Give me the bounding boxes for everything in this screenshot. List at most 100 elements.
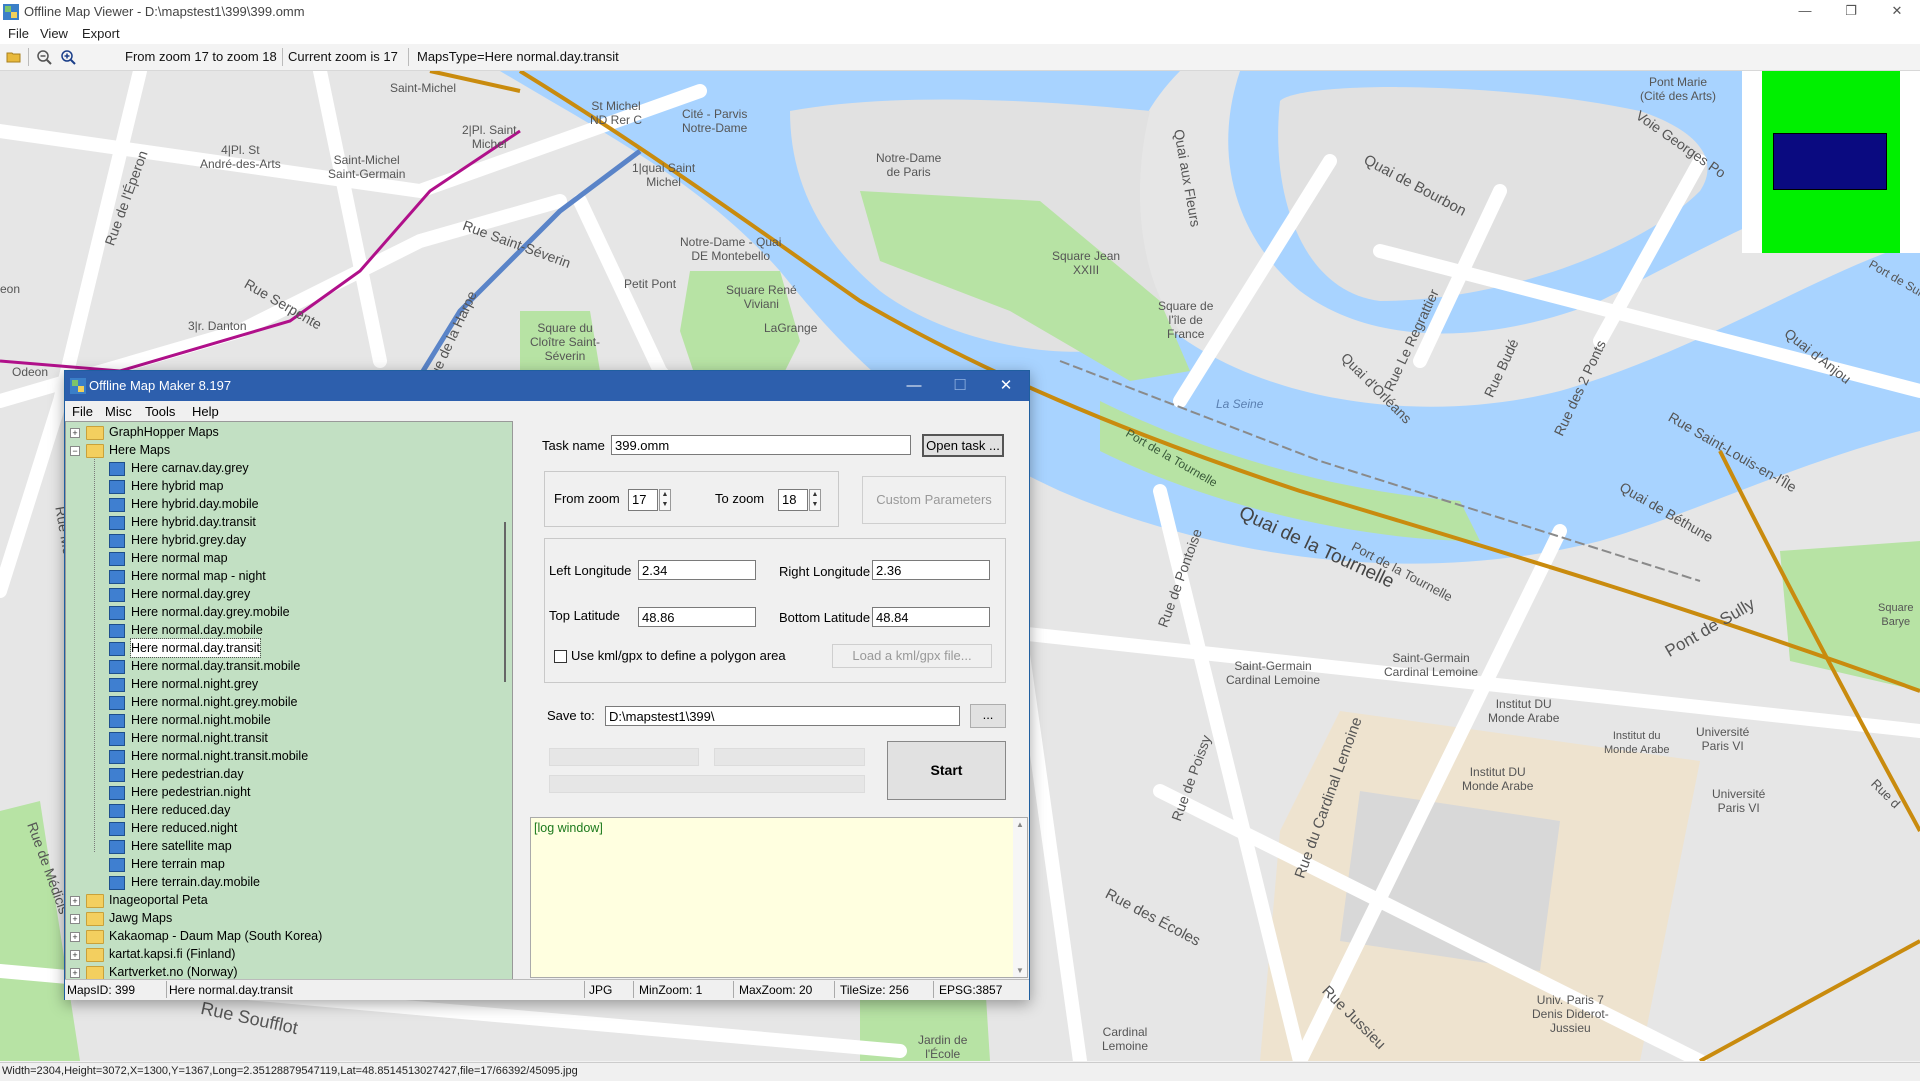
tree-folder[interactable]: + Kakaomap - Daum Map (South Korea) <box>66 927 506 945</box>
tree-item-label: Here normal.night.mobile <box>131 713 271 727</box>
menu-view[interactable]: View <box>40 26 68 41</box>
tree-item[interactable]: Here carnav.day.grey <box>66 459 506 477</box>
task-name-input[interactable]: 399.omm <box>611 435 911 455</box>
save-to-input[interactable]: D:\mapstest1\399\ <box>605 706 960 726</box>
log-scrollbar[interactable]: ▲ ▼ <box>1013 818 1027 977</box>
to-zoom-spinner[interactable]: ▲ ▼ <box>809 489 821 511</box>
offline-map-maker-dialog: Offline Map Maker 8.197 — ☐ ✕ File Misc … <box>64 370 1030 1000</box>
dialog-menu-misc[interactable]: Misc <box>105 404 132 419</box>
map-label: Pont Marie (Cité des Arts) <box>1640 75 1717 103</box>
open-folder-icon[interactable] <box>6 49 22 65</box>
dialog-menu-tools[interactable]: Tools <box>145 404 175 419</box>
status-min-zoom: MinZoom: 1 <box>639 983 703 997</box>
browse-folder-button[interactable]: ... <box>970 704 1006 728</box>
overview-minimap[interactable] <box>1742 71 1920 253</box>
main-toolbar: From zoom 17 to zoom 18 Current zoom is … <box>0 44 1920 71</box>
map-label: 1|quai Saint Michel <box>632 161 696 189</box>
from-zoom-input[interactable]: 17 <box>628 489 658 511</box>
open-task-button[interactable]: Open task ... <box>922 434 1004 457</box>
tree-item[interactable]: Here normal.day.mobile <box>66 621 506 639</box>
restore-button[interactable]: ❐ <box>1828 0 1874 24</box>
polygon-checkbox[interactable] <box>554 650 567 663</box>
map-type-icon <box>109 516 125 530</box>
dialog-menubar: File Misc Tools Help <box>65 401 1029 421</box>
tree-folder[interactable]: + GraphHopper Maps <box>66 423 506 441</box>
right-longitude-input[interactable]: 2.36 <box>872 560 990 580</box>
tree-item[interactable]: Here terrain map <box>66 855 506 873</box>
load-kml-button[interactable]: Load a kml/gpx file... <box>832 644 992 668</box>
tree-item[interactable]: Here terrain.day.mobile <box>66 873 506 891</box>
minimize-button[interactable]: — <box>1782 0 1828 24</box>
tree-item[interactable]: Here normal.night.grey.mobile <box>66 693 506 711</box>
map-label: Saint-Michel <box>390 81 457 95</box>
left-longitude-input[interactable]: 2.34 <box>638 560 756 580</box>
expand-icon[interactable]: + <box>70 932 80 942</box>
progress-bar-2 <box>714 748 865 766</box>
collapse-icon[interactable]: − <box>70 446 80 456</box>
map-label: St Michel ND Rer C <box>590 99 643 127</box>
top-latitude-input[interactable]: 48.86 <box>638 607 756 627</box>
maps-tree[interactable]: + GraphHopper Maps − Here Maps Here carnav.d… <box>65 421 513 980</box>
tree-folder-label: Jawg Maps <box>109 911 173 925</box>
start-button[interactable]: Start <box>887 741 1006 800</box>
tree-item[interactable]: Here satellite map <box>66 837 506 855</box>
tree-item[interactable]: Here reduced.day <box>66 801 506 819</box>
tree-item[interactable]: Here normal.night.mobile <box>66 711 506 729</box>
tree-item[interactable]: Here normal.night.transit.mobile <box>66 747 506 765</box>
expand-icon[interactable]: + <box>70 428 80 438</box>
tree-folder-label: Inageoportal Peta <box>109 893 208 907</box>
overview-viewport[interactable] <box>1773 133 1887 190</box>
tree-item-label: Here normal.night.transit <box>131 731 268 745</box>
tree-item[interactable]: Here normal.day.grey.mobile <box>66 603 506 621</box>
custom-parameters-button[interactable]: Custom Parameters <box>862 476 1006 524</box>
map-type-icon <box>109 552 125 566</box>
tree-item[interactable]: Here pedestrian.day <box>66 765 506 783</box>
tree-item[interactable]: Here pedestrian.night <box>66 783 506 801</box>
tree-item[interactable]: Here normal.day.transit.mobile <box>66 657 506 675</box>
menu-file[interactable]: File <box>8 26 29 41</box>
tree-folder[interactable]: − Here Maps <box>66 441 506 459</box>
from-zoom-spinner[interactable]: ▲ ▼ <box>659 489 671 511</box>
expand-icon[interactable]: + <box>70 914 80 924</box>
zoom-out-icon[interactable] <box>36 49 52 65</box>
expand-icon[interactable]: + <box>70 896 80 906</box>
bottom-latitude-input[interactable]: 48.84 <box>872 607 990 627</box>
tree-item[interactable]: Here hybrid.grey.day <box>66 531 506 549</box>
tree-folder[interactable]: + Inageoportal Peta <box>66 891 506 909</box>
dialog-menu-help[interactable]: Help <box>192 404 219 419</box>
menu-export[interactable]: Export <box>82 26 120 41</box>
tree-item[interactable]: Here normal map <box>66 549 506 567</box>
expand-icon[interactable]: + <box>70 950 80 960</box>
dialog-maximize-button[interactable]: ☐ <box>937 371 983 401</box>
dialog-menu-file[interactable]: File <box>72 404 93 419</box>
tree-folder[interactable]: + Jawg Maps <box>66 909 506 927</box>
tree-item[interactable]: Here normal map - night <box>66 567 506 585</box>
map-type-icon <box>109 570 125 584</box>
map-label: 2|Pl. Saint Michel <box>462 123 517 151</box>
tree-item-label: Here satellite map <box>131 839 232 853</box>
tree-item[interactable]: Here hybrid map <box>66 477 506 495</box>
map-label: eon <box>0 282 21 296</box>
status-maps-name: Here normal.day.transit <box>169 983 293 997</box>
map-label: LaGrange <box>764 321 818 335</box>
tree-item[interactable]: Here reduced.night <box>66 819 506 837</box>
close-button[interactable]: ✕ <box>1874 0 1920 24</box>
to-zoom-input[interactable]: 18 <box>778 489 808 511</box>
zoom-in-icon[interactable] <box>60 49 76 65</box>
map-label: Square du Cloître Saint- Séverin <box>530 321 601 363</box>
tree-item[interactable]: Here hybrid.day.transit <box>66 513 506 531</box>
expand-icon[interactable]: + <box>70 968 80 978</box>
tree-folder[interactable]: + Kartverket.no (Norway) <box>66 963 506 979</box>
tree-item[interactable]: Here normal.night.grey <box>66 675 506 693</box>
task-name-label: Task name <box>542 438 605 453</box>
map-label: Saint-Germain Cardinal Lemoine <box>1226 659 1321 687</box>
log-window[interactable]: [log window] ▲ ▼ <box>530 817 1028 978</box>
tree-item[interactable]: Here hybrid.day.mobile <box>66 495 506 513</box>
map-type-icon <box>109 858 125 872</box>
dialog-close-button[interactable]: ✕ <box>983 371 1029 401</box>
dialog-minimize-button[interactable]: — <box>891 371 937 401</box>
tree-item[interactable]: Here normal.day.transit <box>66 638 506 658</box>
tree-folder[interactable]: + kartat.kapsi.fi (Finland) <box>66 945 506 963</box>
tree-item[interactable]: Here normal.day.grey <box>66 585 506 603</box>
tree-item[interactable]: Here normal.night.transit <box>66 729 506 747</box>
